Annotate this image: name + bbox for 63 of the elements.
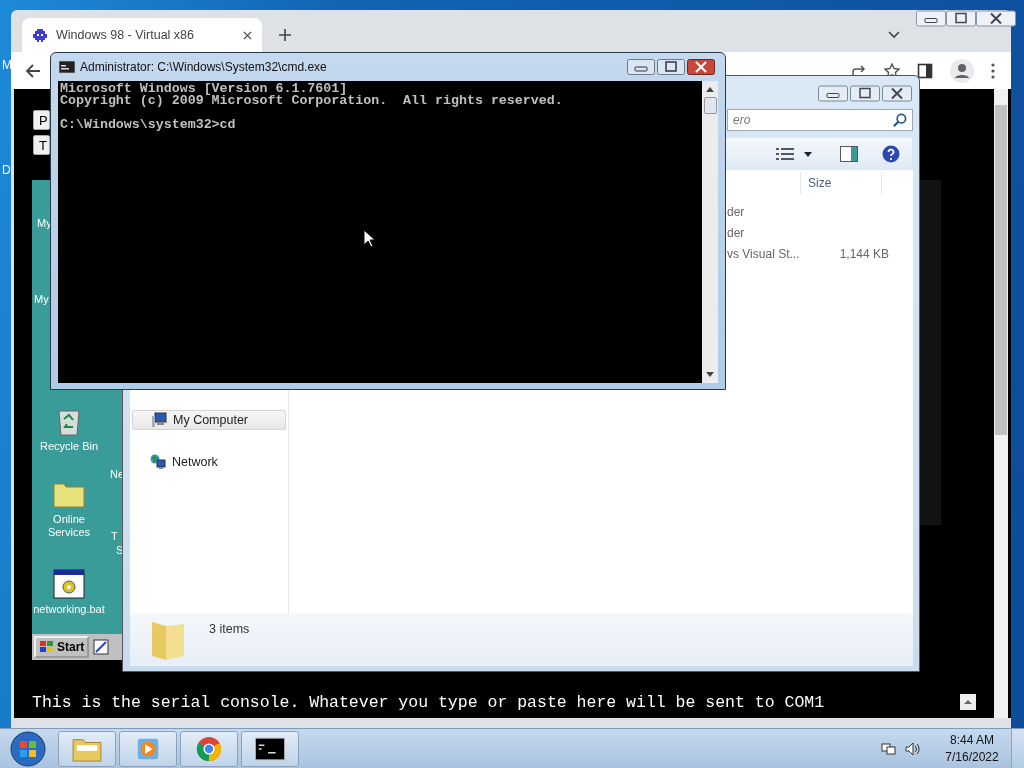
window-title: Administrator: C:\Windows\System32\cmd.exe [80,60,327,74]
desktop-icon-label: T [111,530,118,542]
computer-icon [151,412,167,428]
console-icon [59,61,75,73]
close-icon[interactable] [976,10,1016,27]
windows-flag-icon [39,640,55,654]
file-size-cell-text: 1,144 KB [839,246,890,261]
chevron-down-icon[interactable] [888,31,900,39]
start-button[interactable]: Start [34,636,90,658]
side-panel-icon[interactable] [917,62,933,79]
close-icon[interactable] [687,59,715,75]
console-output-line: Microsoft Windows [Version 6.1.7601] [60,83,348,95]
profile-icon[interactable] [950,58,974,83]
scroll-up-icon[interactable] [706,87,714,92]
scroll-up-icon[interactable] [960,694,976,710]
taskbar-button[interactable] [241,730,299,767]
maximize-icon[interactable] [657,59,685,75]
item-count: 3 items [209,622,250,636]
view-list-icon[interactable] [776,146,794,162]
clock-date: 7/16/2022 [945,748,999,766]
new-tab-icon[interactable] [279,29,291,41]
scroll-down-icon[interactable] [706,372,714,377]
emulator-button[interactable]: T [33,135,50,155]
preview-pane-icon[interactable] [840,146,858,162]
column-header[interactable]: Size [808,176,832,190]
file-type-cell-text: der [726,225,746,240]
dropdown-arrow-icon[interactable] [804,151,812,157]
mouse-pointer-icon [363,229,375,248]
menu-icon[interactable] [991,62,995,79]
network-icon [150,454,166,470]
emulator-button[interactable]: P [33,110,50,130]
maximize-icon[interactable] [850,85,880,102]
help-icon[interactable] [882,145,900,163]
console-output-line: Copyright (c) 2009 Microsoft Corporation. All rights reserved. [60,95,564,107]
start-orb-icon[interactable] [10,730,46,767]
console-prompt[interactable]: C:\Windows\system32>cd [60,119,702,131]
scrollbar[interactable] [994,89,1008,718]
back-arrow-icon[interactable] [25,62,41,79]
clock[interactable]: 8:44 AM 7/16/2022 [941,731,1003,766]
scrollbar[interactable] [702,81,718,383]
maximize-icon[interactable] [946,10,976,27]
quick-launch-icon[interactable] [93,639,110,655]
close-icon[interactable] [882,85,912,102]
minimize-icon[interactable] [818,85,848,102]
speaker-icon[interactable] [905,740,921,757]
navigation-item[interactable]: Network [132,452,286,472]
desktop-icon-label: D [2,163,11,177]
chrome-icon [194,735,224,762]
search-icon [892,112,907,128]
file-type-cell-text: vs Visual St... [726,246,801,261]
close-icon[interactable] [243,30,252,40]
search-field[interactable]: ero [727,109,913,131]
console-icon [255,735,285,762]
minimize-icon[interactable] [916,10,946,27]
browser-tab[interactable]: Windows 98 - Virtual x86 [22,18,262,52]
network-icon[interactable] [881,740,897,757]
scroll-thumb[interactable] [703,97,717,114]
batch-file-icon[interactable] [53,568,85,600]
clock-time: 8:44 AM [950,731,994,749]
navigation-item[interactable]: My Computer [132,410,286,430]
file-type-cell-text: der [726,204,746,219]
invader-icon [32,27,48,43]
desktop-icon-label: M [2,58,12,72]
